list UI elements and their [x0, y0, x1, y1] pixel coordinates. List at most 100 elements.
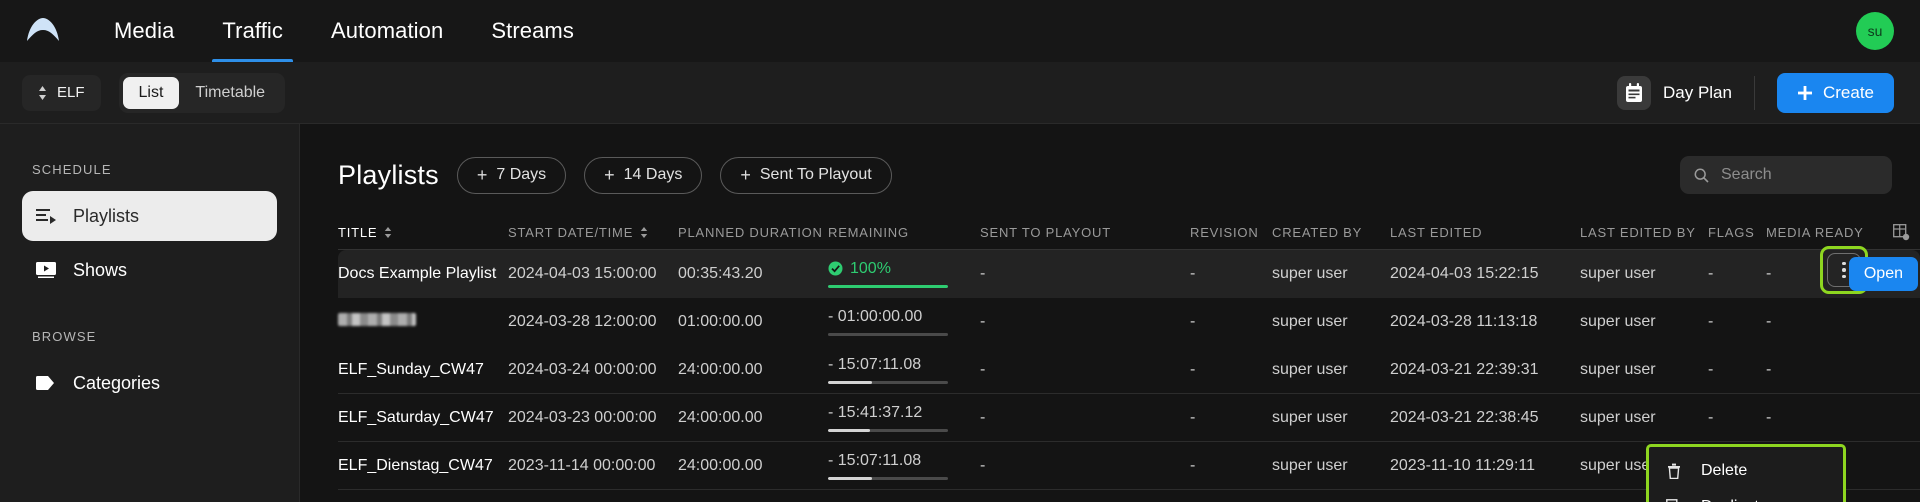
remaining-value: - 15:41:37.12 [828, 403, 923, 421]
sidebar-heading-browse: BROWSE [32, 329, 97, 344]
column-header-revision[interactable]: REVISION [1190, 225, 1272, 240]
cell-start-datetime: 2024-04-03 15:00:00 [508, 264, 657, 282]
sidebar-heading-schedule: SCHEDULE [32, 162, 112, 177]
open-button[interactable]: Open [1848, 256, 1918, 291]
playlist-icon [36, 208, 56, 224]
column-header-sent-to-playout[interactable]: SENT TO PLAYOUT [980, 225, 1190, 240]
column-header-last-edited[interactable]: LAST EDITED [1390, 225, 1580, 240]
cell-media-ready: - [1766, 312, 1772, 330]
column-header-start-datetime[interactable]: START DATE/TIME [508, 225, 678, 240]
search-box[interactable] [1680, 156, 1892, 194]
nav-label: Traffic [222, 18, 284, 43]
cell-planned-duration: 01:00:00.00 [678, 312, 763, 330]
remaining-progress-bar [828, 428, 948, 432]
cell-created-by: super user [1272, 264, 1348, 282]
cell-start-datetime: 2023-11-14 00:00:00 [508, 456, 656, 474]
table-row[interactable]: Docs Example Playlist 2024-04-03 15:00:0… [338, 246, 1920, 298]
cell-title: Docs Example Playlist [338, 264, 497, 282]
context-menu-item-delete[interactable]: Delete [1649, 453, 1843, 489]
tab-list[interactable]: List [122, 76, 180, 109]
table-settings-icon[interactable] [1870, 224, 1910, 241]
column-header-media-ready[interactable]: MEDIA READY [1766, 225, 1870, 240]
search-input[interactable] [1721, 166, 1878, 184]
chip-add-7-days[interactable]: + 7 Days [456, 156, 567, 194]
cell-remaining: - 15:41:37.12 [828, 404, 980, 432]
sidebar-item-label: Playlists [73, 205, 140, 226]
page-body: SCHEDULE Playlists Shows BROWSE Categori… [0, 124, 1920, 502]
sidebar-item-shows[interactable]: Shows [22, 245, 277, 295]
nav-item-automation[interactable]: Automation [307, 0, 467, 62]
cell-sent-to-playout: - [980, 312, 986, 330]
remaining-value: 100% [850, 259, 891, 277]
sort-icon [640, 227, 648, 238]
cell-revision: - [1190, 456, 1196, 474]
cell-last-edited-by: super user [1580, 360, 1656, 378]
context-menu-item-duplicate[interactable]: Duplicate [1649, 489, 1843, 502]
sort-icon [384, 227, 392, 238]
table-row[interactable]: ELF_Sunday_CW47 2024-03-24 00:00:00 24:0… [338, 346, 1920, 394]
context-menu-label: Delete [1701, 462, 1748, 479]
column-header-remaining[interactable]: REMAINING [828, 225, 980, 240]
column-header-last-edited-by[interactable]: LAST EDITED BY [1580, 225, 1708, 240]
sidebar-item-categories[interactable]: Categories [22, 358, 277, 408]
table-header-row: TITLE START DATE/TIME PLANNED DURATION R… [338, 216, 1920, 250]
main-nav: Media Traffic Automation Streams [90, 0, 598, 62]
sidebar-item-playlists[interactable]: Playlists [22, 191, 277, 241]
chip-label: 7 Days [496, 166, 547, 183]
tab-timetable[interactable]: Timetable [179, 77, 281, 109]
page-title: Playlists [338, 159, 439, 190]
cell-start-datetime: 2024-03-23 00:00:00 [508, 408, 657, 426]
cell-planned-duration: 24:00:00.00 [678, 408, 763, 426]
tab-label: List [138, 83, 164, 101]
plus-icon: + [604, 164, 615, 185]
cell-last-edited: 2023-11-10 11:29:11 [1390, 456, 1536, 474]
column-header-flags[interactable]: FLAGS [1708, 225, 1766, 240]
cell-planned-duration: 24:00:00.00 [678, 360, 763, 378]
sub-toolbar: ELF List Timetable Day Plan Create [0, 62, 1920, 124]
cell-media-ready: - [1766, 408, 1772, 426]
remaining-progress-bar [828, 332, 948, 336]
table-row[interactable]: 2024-03-28 12:00:00 01:00:00.00 - 01:00:… [338, 298, 1920, 346]
column-header-planned-duration[interactable]: PLANNED DURATION [678, 225, 828, 240]
sidebar-item-label: Categories [73, 372, 161, 393]
column-header-created-by[interactable]: CREATED BY [1272, 225, 1390, 240]
cell-created-by: super user [1272, 408, 1348, 426]
cell-sent-to-playout: - [980, 360, 986, 378]
chip-sent-to-playout[interactable]: + Sent To Playout [720, 156, 892, 194]
sidebar-item-label: Shows [73, 259, 128, 280]
day-plan-button[interactable]: Day Plan [1616, 75, 1754, 110]
nav-item-streams[interactable]: Streams [467, 0, 598, 62]
chip-label: Sent To Playout [759, 166, 872, 183]
cell-revision: - [1190, 360, 1196, 378]
check-circle-icon [828, 261, 843, 276]
cell-created-by: super user [1272, 456, 1348, 474]
plus-icon: + [740, 164, 751, 185]
cell-planned-duration: 24:00:00.00 [678, 456, 763, 474]
top-navigation-bar: Media Traffic Automation Streams su [0, 0, 1920, 62]
tab-label: Timetable [195, 83, 266, 101]
nav-label: Streams [491, 18, 574, 43]
remaining-progress-bar [828, 380, 948, 384]
brand-mountain-logo[interactable] [22, 10, 64, 52]
trash-icon [1665, 463, 1683, 479]
nav-item-traffic[interactable]: Traffic [198, 0, 307, 62]
cell-flags: - [1708, 264, 1714, 282]
redacted-title [338, 312, 416, 326]
chevron-updown-icon [38, 85, 47, 100]
sub-toolbar-actions: Day Plan Create [1616, 72, 1894, 113]
avatar[interactable]: su [1856, 12, 1894, 50]
cell-sent-to-playout: - [980, 264, 986, 282]
cell-created-by: super user [1272, 312, 1348, 330]
chip-add-14-days[interactable]: + 14 Days [584, 156, 703, 194]
main-content: Playlists + 7 Days + 14 Days + Sent To P… [300, 124, 1920, 502]
cell-flags: - [1708, 312, 1714, 330]
search-container [1680, 156, 1892, 194]
plus-icon: + [476, 164, 488, 185]
channel-selector[interactable]: ELF [22, 74, 101, 111]
cell-revision: - [1190, 312, 1196, 330]
create-button[interactable]: Create [1776, 72, 1894, 113]
table-row[interactable]: ELF_Saturday_CW47 2024-03-23 00:00:00 24… [338, 394, 1920, 442]
nav-item-media[interactable]: Media [90, 0, 198, 62]
remaining-progress-bar [828, 284, 948, 288]
column-header-title[interactable]: TITLE [338, 225, 508, 240]
